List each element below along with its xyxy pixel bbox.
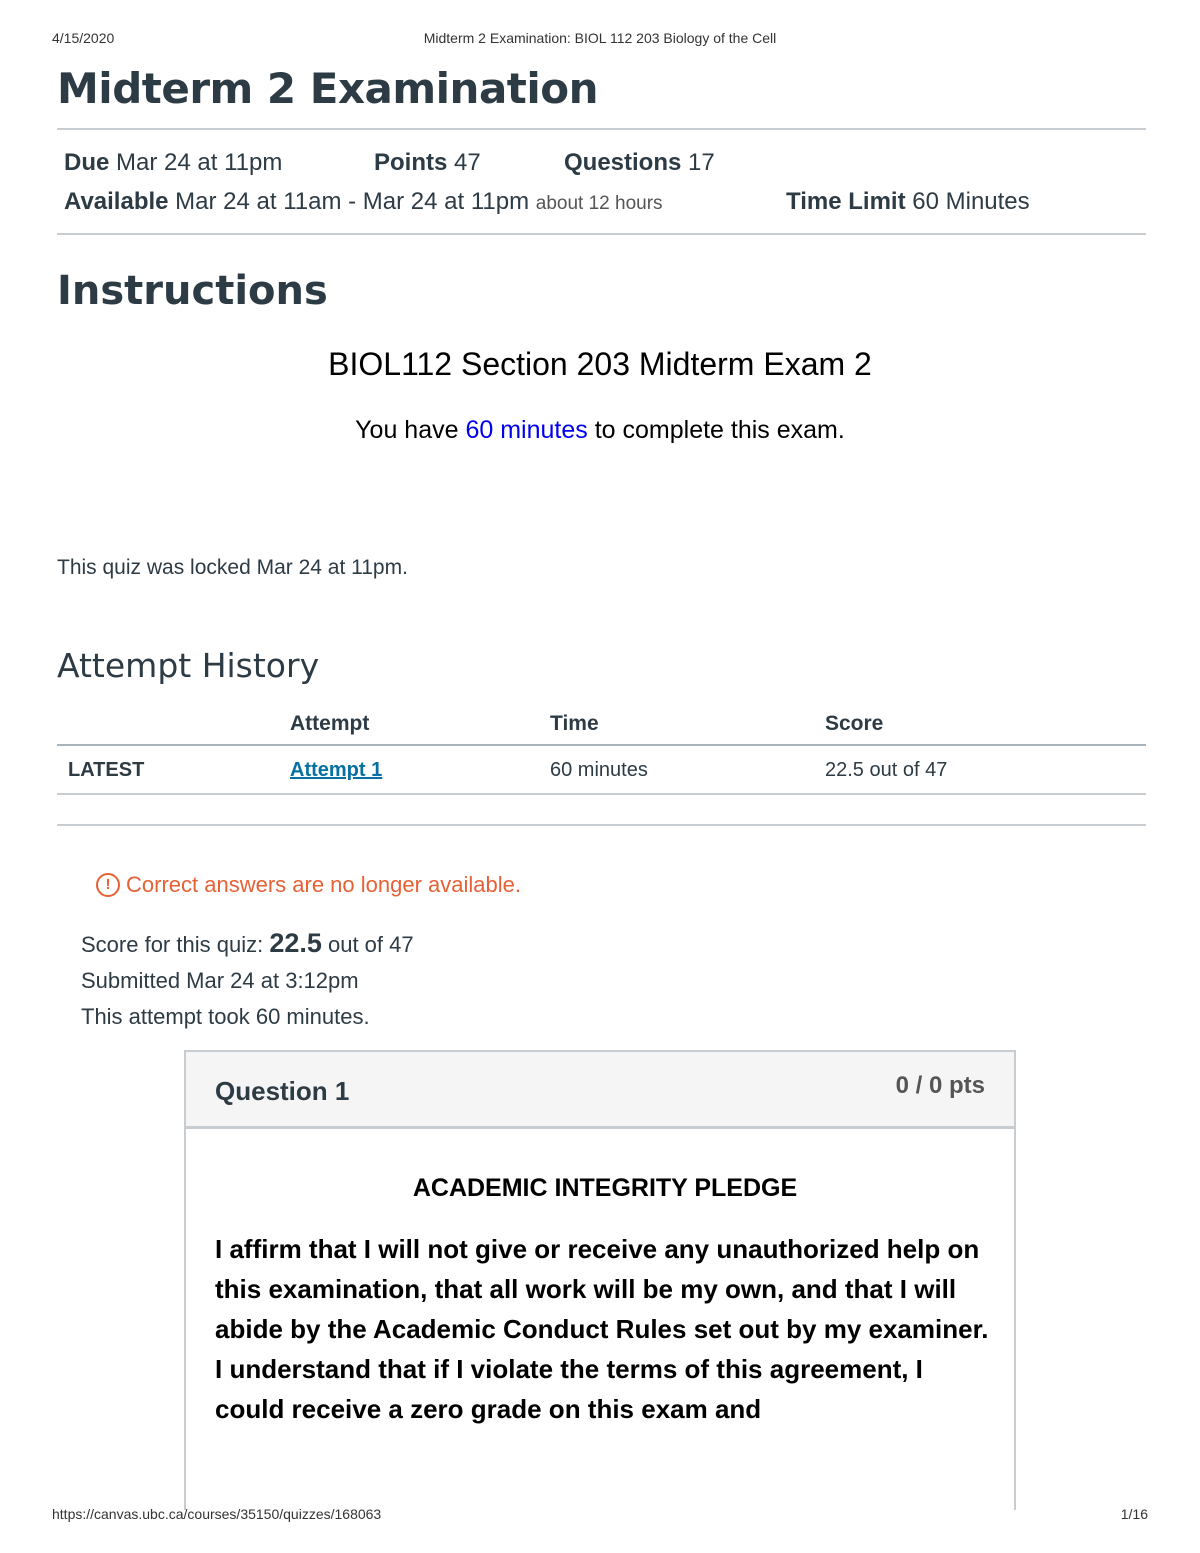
available-label: Available xyxy=(64,188,169,215)
available-value: Mar 24 at 11am - Mar 24 at 11pm xyxy=(175,188,530,215)
exam-time-text: You have 60 minutes to complete this exa… xyxy=(0,416,1200,445)
time-limit-meta: Time Limit 60 Minutes xyxy=(786,188,1030,216)
print-url: https://canvas.ubc.ca/courses/35150/quiz… xyxy=(52,1506,382,1522)
score-suffix: out of 47 xyxy=(321,932,414,957)
table-row-divider xyxy=(57,793,1146,795)
quiz-locked-text: This quiz was locked Mar 24 at 11pm. xyxy=(57,556,408,579)
due-meta: Due Mar 24 at 11pm xyxy=(64,149,282,177)
pledge-text: I affirm that I will not give or receive… xyxy=(215,1234,989,1424)
page-title: Midterm 2 Examination xyxy=(57,64,599,113)
divider xyxy=(57,824,1146,826)
divider xyxy=(57,233,1146,235)
col-header-attempt: Attempt xyxy=(290,712,370,735)
points-label: Points xyxy=(374,149,448,176)
col-header-time: Time xyxy=(550,712,599,735)
attempt-history-heading: Attempt History xyxy=(57,646,320,685)
col-header-score: Score xyxy=(825,712,884,735)
question-card: Question 1 0 / 0 pts ACADEMIC INTEGRITY … xyxy=(184,1050,1016,1510)
score-value: 22.5 xyxy=(269,928,322,958)
instructions-heading: Instructions xyxy=(57,268,328,314)
score-prefix: Score for this quiz: xyxy=(81,932,270,957)
question-title: Question 1 xyxy=(215,1076,350,1106)
attempt-score: 22.5 out of 47 xyxy=(825,759,948,781)
notice-text: Correct answers are no longer available. xyxy=(126,872,521,897)
exam-time-highlight: 60 minutes xyxy=(465,416,588,444)
available-meta: Available Mar 24 at 11am - Mar 24 at 11p… xyxy=(64,188,663,216)
print-page-number: 1/16 xyxy=(1120,1506,1148,1522)
attempt-1-link[interactable]: Attempt 1 xyxy=(290,759,382,781)
due-label: Due xyxy=(64,149,110,176)
submitted-text: Submitted Mar 24 at 3:12pm xyxy=(81,968,359,993)
question-header: Question 1 0 / 0 pts xyxy=(186,1052,1014,1129)
exam-name: BIOL112 Section 203 Midterm Exam 2 xyxy=(328,346,872,382)
questions-label: Questions xyxy=(564,149,682,176)
divider xyxy=(57,128,1146,130)
questions-value: 17 xyxy=(688,149,715,176)
warning-circle-icon: ! xyxy=(96,873,120,897)
points-value: 47 xyxy=(454,149,481,176)
attempt-time: 60 minutes xyxy=(550,759,648,781)
questions-meta: Questions 17 xyxy=(564,149,715,177)
exam-time-prefix: You have xyxy=(355,416,466,444)
available-note: about 12 hours xyxy=(535,193,663,214)
exam-time-suffix: to complete this exam. xyxy=(587,416,845,444)
print-page-title: Midterm 2 Examination: BIOL 112 203 Biol… xyxy=(423,30,777,46)
time-limit-label: Time Limit xyxy=(786,188,906,215)
points-meta: Points 47 xyxy=(374,149,481,177)
table-header-divider xyxy=(57,744,1146,746)
answers-unavailable-notice: ! Correct answers are no longer availabl… xyxy=(96,872,521,898)
time-limit-value: 60 Minutes xyxy=(912,188,1030,215)
question-points: 0 / 0 pts xyxy=(895,1072,985,1099)
attempt-1-cell: Attempt 1 xyxy=(290,759,382,782)
question-body: ACADEMIC INTEGRITY PLEDGE I affirm that … xyxy=(215,1174,995,1429)
duration-text: This attempt took 60 minutes. xyxy=(81,1004,370,1029)
pledge-heading: ACADEMIC INTEGRITY PLEDGE xyxy=(412,1174,798,1202)
due-value: Mar 24 at 11pm xyxy=(116,149,283,176)
row-latest-label: LATEST xyxy=(68,759,145,781)
quiz-score: Score for this quiz: 22.5 out of 47 xyxy=(81,928,414,959)
